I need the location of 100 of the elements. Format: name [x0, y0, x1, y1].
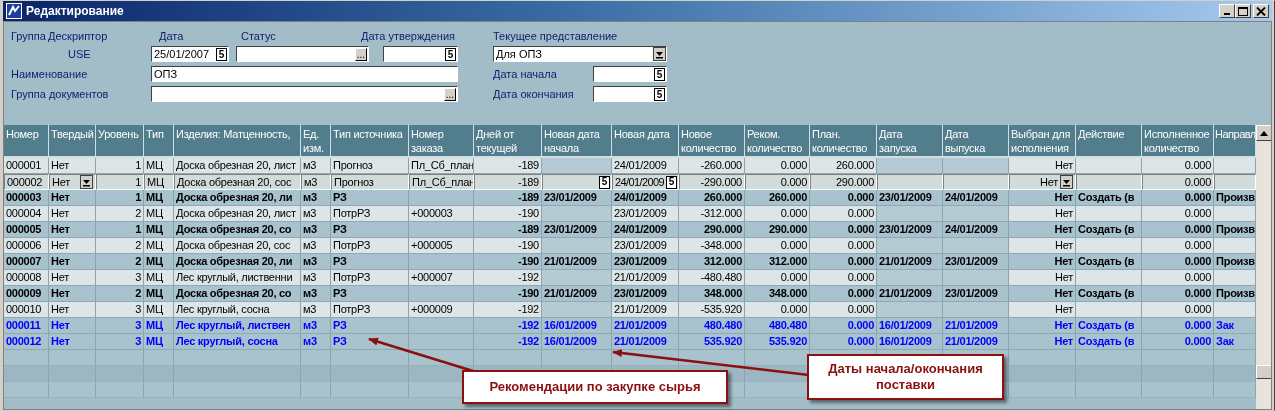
table-cell: Нет: [1009, 302, 1076, 318]
table-cell: 23/01/2009: [612, 254, 679, 270]
view-dropdown[interactable]: Для ОПЗ: [493, 46, 667, 62]
table-cell: [877, 158, 943, 174]
column-header[interactable]: Ед. изм.: [301, 125, 331, 158]
column-header[interactable]: Действие: [1076, 125, 1142, 158]
calendar-button[interactable]: 5: [654, 67, 665, 81]
table-cell: Нет: [49, 286, 96, 302]
status-field[interactable]: ...: [236, 46, 369, 62]
table-cell: [877, 174, 943, 190]
table-cell: Нет: [1009, 254, 1076, 270]
end-date-field[interactable]: 5: [593, 86, 667, 102]
field-label: Дата окончания: [493, 88, 575, 100]
table-cell: Нет: [49, 190, 96, 206]
table-cell: 3: [96, 318, 144, 334]
scroll-thumb[interactable]: [1256, 365, 1271, 379]
close-button[interactable]: [1253, 4, 1269, 18]
column-header[interactable]: Дата выпуска: [943, 125, 1009, 158]
table-cell: 000002: [4, 174, 49, 190]
table-cell: Нет: [1009, 206, 1076, 222]
column-header[interactable]: Новая дата начала: [542, 125, 612, 158]
table-cell: [1214, 302, 1256, 318]
table-cell: -189: [474, 174, 542, 190]
approval-date-field[interactable]: 5: [383, 46, 458, 62]
table-cell: Доска обрезная 20, ли: [174, 254, 301, 270]
table-cell: Нет: [49, 302, 96, 318]
table-cell: 0.000: [1142, 334, 1214, 350]
column-header[interactable]: Исполненное количество: [1142, 125, 1214, 158]
table-cell: [542, 238, 612, 254]
lookup-button[interactable]: ...: [354, 47, 367, 61]
cell-editor[interactable]: Нет: [1009, 174, 1076, 190]
column-header[interactable]: Изделия: Матценность,: [174, 125, 301, 158]
cell-editor[interactable]: 5: [542, 174, 612, 190]
descriptor-value: USE: [67, 48, 92, 60]
document-group-field[interactable]: ...: [151, 86, 458, 102]
table-cell: [1214, 238, 1256, 254]
table-cell: Нет: [49, 158, 96, 174]
column-header[interactable]: Новая дата: [612, 125, 679, 158]
table-cell: 290.000: [679, 222, 745, 238]
table-cell: 23/01/2009: [877, 222, 943, 238]
column-header[interactable]: Номер: [4, 125, 49, 158]
lookup-button[interactable]: ...: [443, 87, 456, 101]
table-cell: м3: [301, 174, 331, 190]
table-cell: м3: [301, 286, 331, 302]
table-cell: [542, 270, 612, 286]
table-cell: [943, 206, 1009, 222]
minimize-button[interactable]: [1219, 4, 1235, 18]
table-cell: м3: [301, 302, 331, 318]
column-header[interactable]: План. количество: [810, 125, 877, 158]
table-cell: -192: [474, 318, 542, 334]
table-cell: МЦ: [144, 158, 174, 174]
scrollbar[interactable]: [1256, 125, 1271, 409]
table-cell: Нет: [1009, 334, 1076, 350]
calendar-button[interactable]: 5: [654, 87, 665, 101]
start-date-field[interactable]: 5: [593, 66, 667, 82]
name-field[interactable]: ОПЗ: [151, 66, 458, 82]
table-cell: [943, 302, 1009, 318]
table-cell: Создать (в: [1076, 190, 1142, 206]
field-label: Дескриптор: [48, 30, 109, 42]
table-cell: м3: [301, 334, 331, 350]
column-header[interactable]: Реком. количество: [745, 125, 810, 158]
column-header[interactable]: Дней от текущей: [474, 125, 542, 158]
table-cell: 000007: [4, 254, 49, 270]
calendar-button[interactable]: 5: [216, 47, 227, 61]
column-header[interactable]: Твердый: [49, 125, 96, 158]
table-cell: -192: [474, 302, 542, 318]
table-cell: 21/01/2009: [943, 318, 1009, 334]
table-cell: 0.000: [810, 270, 877, 286]
table-cell: -189: [474, 158, 542, 174]
cell-editor[interactable]: Нет: [49, 174, 96, 190]
table-cell: 000001: [4, 158, 49, 174]
column-header[interactable]: Новое количество: [679, 125, 745, 158]
table-cell: +000003: [409, 206, 474, 222]
cell-editor[interactable]: 24/01/2009 5: [612, 174, 679, 190]
column-header[interactable]: Дата запуска: [877, 125, 943, 158]
column-header[interactable]: Уровень: [96, 125, 144, 158]
maximize-button[interactable]: [1235, 4, 1251, 18]
maximize-icon: [1238, 6, 1248, 16]
table-cell: [1214, 270, 1256, 286]
table-cell: Зак: [1214, 334, 1256, 350]
date-field[interactable]: 25/01/2007 5: [151, 46, 229, 62]
table-cell: 0.000: [745, 206, 810, 222]
column-header[interactable]: Тип: [144, 125, 174, 158]
table-cell: 0.000: [1142, 174, 1214, 190]
table-cell: Пл_Сб_план: [409, 158, 474, 174]
table-cell: 23/01/2009: [877, 190, 943, 206]
table-cell: Нет: [1009, 190, 1076, 206]
calendar-button[interactable]: 5: [666, 175, 678, 189]
table-cell: Нет: [49, 238, 96, 254]
column-header[interactable]: Выбран для исполнения: [1009, 125, 1076, 158]
column-header[interactable]: Направл: [1214, 125, 1256, 158]
column-header[interactable]: Номер заказа: [409, 125, 474, 158]
table-cell: РЗ: [331, 334, 409, 350]
table-cell: [1214, 174, 1256, 190]
calendar-button[interactable]: 5: [445, 47, 456, 61]
table-cell: -190: [474, 238, 542, 254]
calendar-button[interactable]: 5: [599, 175, 610, 189]
scroll-up-button[interactable]: [1256, 125, 1271, 141]
table-cell: 0.000: [1142, 318, 1214, 334]
column-header[interactable]: Тип источника: [331, 125, 409, 158]
